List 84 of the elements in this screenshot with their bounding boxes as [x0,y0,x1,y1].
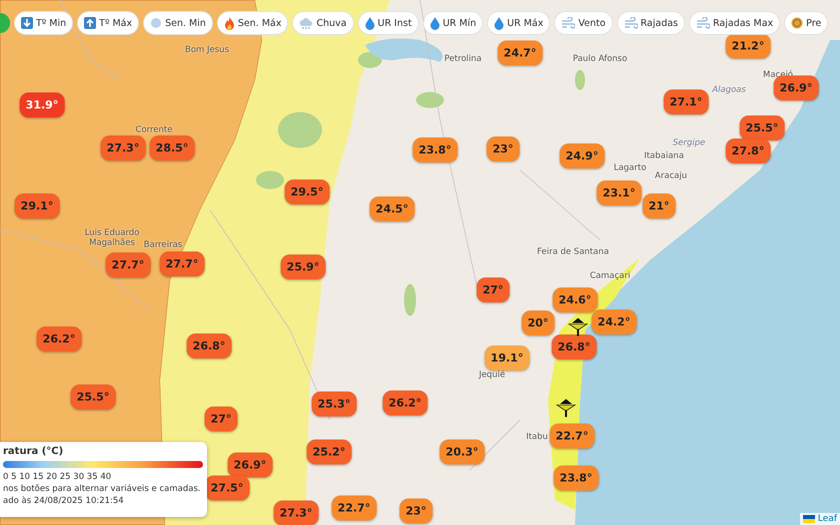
temperature-marker[interactable]: 22.7° [332,496,376,520]
cloud-icon [299,17,314,29]
layer-button[interactable]: UR Máx [487,11,550,35]
layer-button[interactable]: Pre [784,11,828,35]
temperature-marker[interactable]: 25.2° [306,440,352,464]
layer-button[interactable]: Tº Máx [77,11,140,35]
temperature-marker[interactable]: 23° [486,136,520,162]
temperature-marker[interactable]: 19.1° [484,346,530,370]
flag-icon [802,515,815,523]
temperature-marker[interactable]: 26.2° [382,390,428,416]
temperature-marker[interactable]: 25.5° [740,116,784,140]
temperature-marker[interactable]: 23° [400,498,432,524]
temperature-marker[interactable]: 29.1° [14,194,60,218]
wind-icon [696,17,710,29]
temperature-marker[interactable]: 28.5° [150,136,194,160]
place-label: Feira de Santana [537,247,609,257]
temperature-marker[interactable]: 20° [522,310,554,336]
water-drop-icon [364,16,375,30]
place-label: Aracaju [654,171,688,181]
temperature-marker[interactable]: 25.3° [312,392,356,416]
temperature-marker[interactable]: 26.8° [186,334,232,358]
temperature-marker[interactable]: 23.8° [412,138,458,162]
update-time: ado às 24/08/2025 10:21:54 [3,496,125,506]
temperature-marker[interactable]: 20.3° [440,440,484,464]
attribution-link[interactable]: Leaf [800,513,840,525]
temperature-marker[interactable]: 27.3° [274,500,318,525]
scale-labels: 0 5 10 15 20 25 30 35 40 [3,472,112,482]
place-label: Sergipe [672,138,706,148]
up-arrow-icon [84,17,96,29]
layer-button[interactable]: Rajadas Max [689,11,780,35]
temperature-marker[interactable]: 23.8° [554,466,598,490]
layer-button[interactable]: UR Inst [358,11,419,35]
layer-button[interactable]: Sen. Máx [216,11,288,35]
layer-button[interactable]: Vento [554,11,613,35]
temperature-marker[interactable]: 24.7° [498,40,542,66]
temperature-marker[interactable]: 25.9° [280,254,326,280]
layer-button[interactable]: Tº Min [14,11,74,35]
legend-title: ratura (°C) [3,446,64,457]
down-arrow-icon [21,17,33,29]
coin-icon [791,17,804,29]
place-label: Paulo Afonso [572,54,628,64]
temperature-marker[interactable]: 27.7° [106,252,150,278]
temperature-marker[interactable]: 26.9° [774,76,818,100]
place-label: Lagarto [614,163,646,173]
place-label: Itabu [526,432,548,442]
temperature-marker[interactable]: 22.7° [550,424,594,448]
place-label: Barreiras [144,240,182,250]
wind-icon [624,17,638,29]
temperature-marker[interactable]: 27.3° [100,136,146,160]
place-label: Itabaiana [644,151,684,161]
temperature-marker[interactable]: 29.5° [284,180,330,204]
warning-icon[interactable] [568,318,588,336]
temperature-marker[interactable]: 27° [476,278,510,302]
water-drop-icon [430,16,440,30]
temperature-marker[interactable]: 26.9° [228,452,272,478]
temperature-marker[interactable]: 27.1° [664,90,708,114]
water-drop-icon [494,16,504,30]
place-label: Petrolina [444,54,482,64]
wind-icon [561,17,576,29]
temperature-marker[interactable]: 31.9° [20,92,64,118]
temperature-marker[interactable]: 27.8° [726,138,770,164]
temperature-marker[interactable]: 24.5° [370,196,414,222]
temperature-marker[interactable]: 25.5° [70,384,116,410]
temperature-marker[interactable]: 23.1° [596,180,642,206]
layer-button[interactable]: UR Mín [422,11,484,35]
temperature-marker[interactable]: 27.5° [204,476,250,500]
place-label: Bom Jesus [185,45,229,55]
temperature-marker[interactable]: 24.9° [560,144,604,168]
warning-icon[interactable] [556,399,576,417]
temperature-marker[interactable]: 24.6° [552,288,598,312]
flame-icon [224,16,235,30]
temperature-marker[interactable]: 24.2° [592,310,636,334]
temperature-marker[interactable]: 27.7° [160,252,204,276]
temperature-marker[interactable]: 21° [642,194,676,218]
temperature-marker[interactable]: 27° [204,406,238,432]
place-label: Alagoas [712,85,746,95]
layer-button[interactable]: Sen. Min [143,11,213,35]
temperature-marker[interactable]: 26.2° [36,326,82,352]
place-label: Corrente [136,125,172,135]
layer-button[interactable]: Rajadas [616,11,685,35]
layer-button[interactable]: Chuva [292,11,354,35]
temperature-marker[interactable]: 26.8° [552,334,596,360]
legend-hint: nos botões para alternar variáveis e camadas. [3,484,202,494]
place-label: Jequié [478,370,506,380]
